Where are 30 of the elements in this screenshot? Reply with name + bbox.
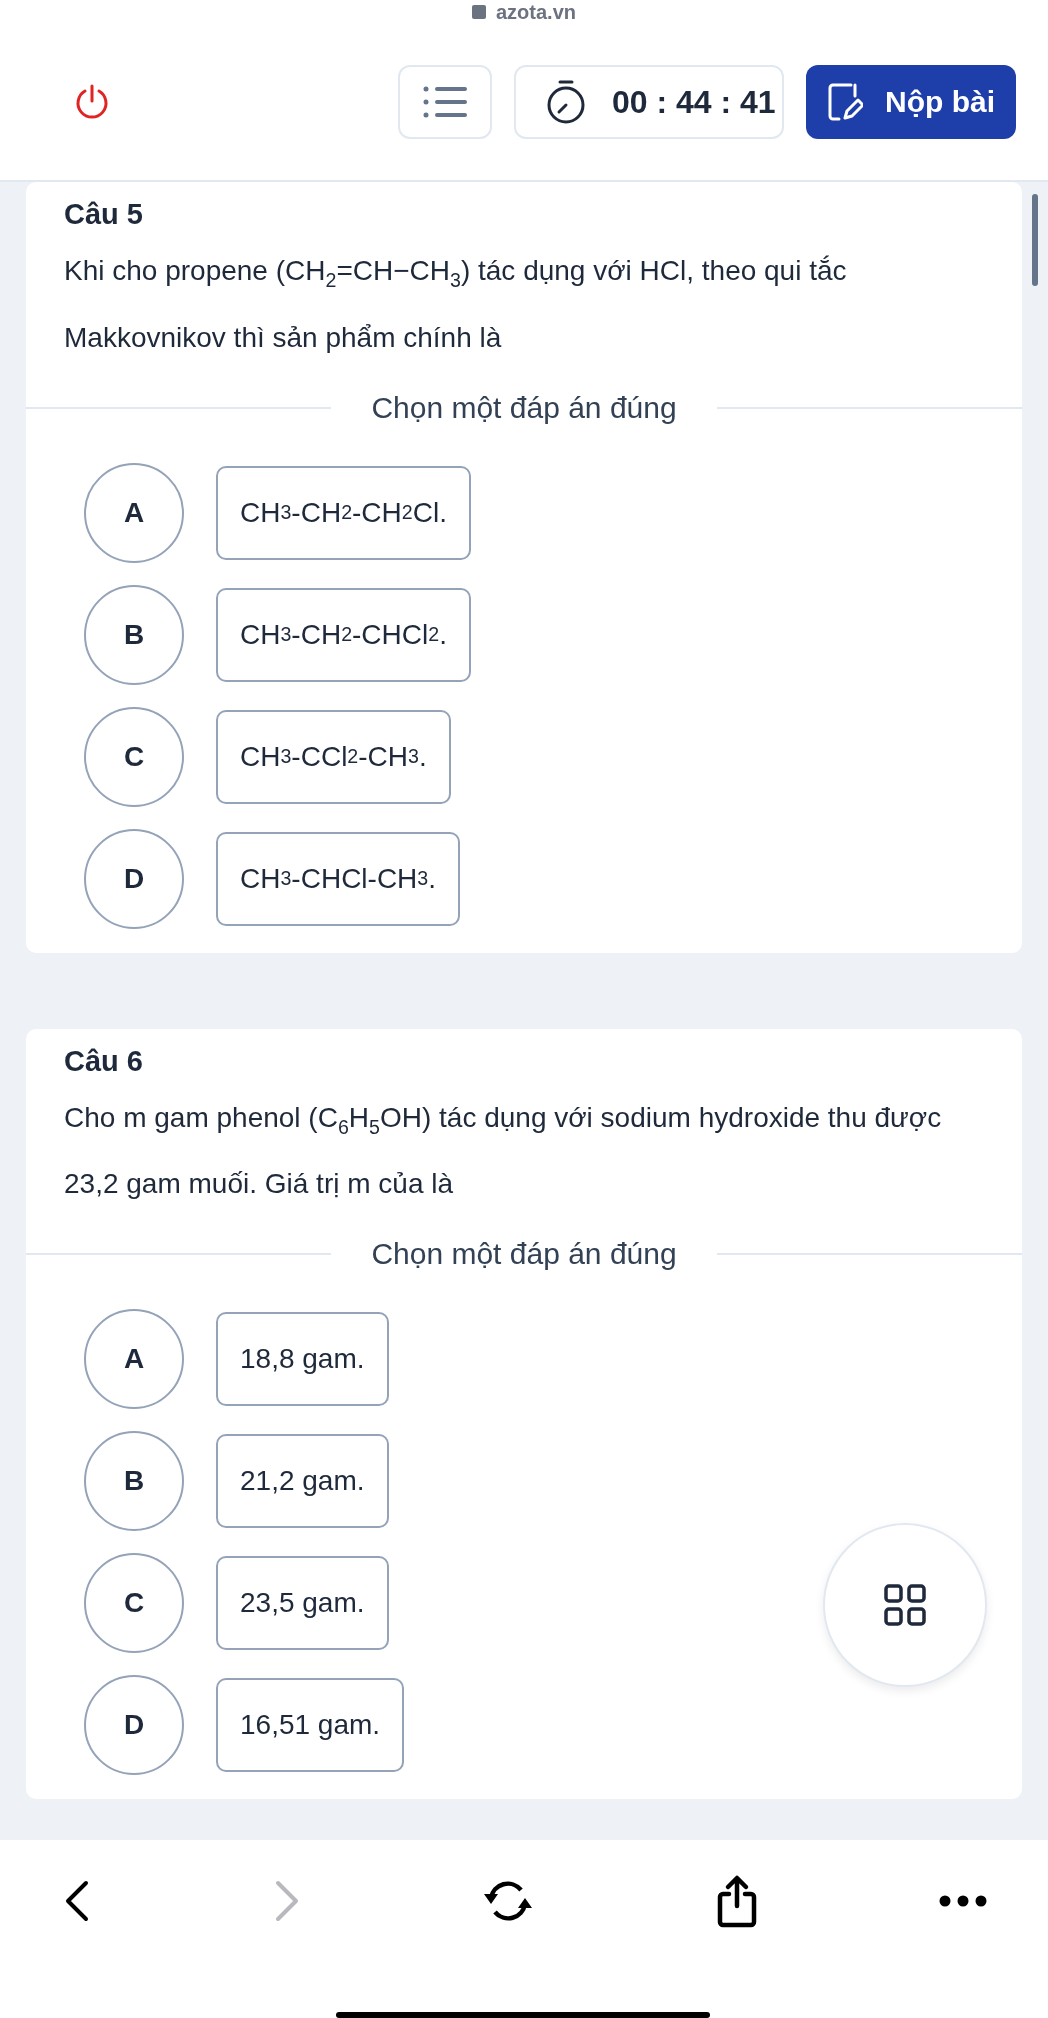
- question-list-button[interactable]: [398, 65, 492, 139]
- question-text: Khi cho propene (CH$_{2}$=CH−CH$_{3}$) tác dụng với HCl, theo qui tắc Makkovnikov thì sản phẩm chính là: [64, 254, 848, 355]
- option-letter-button[interactable]: B: [84, 1431, 184, 1532]
- option-letter-button[interactable]: A: [84, 1309, 184, 1410]
- list-icon: [423, 84, 467, 120]
- lock-icon: [472, 5, 486, 19]
- question-title: Câu 6: [64, 1043, 144, 1079]
- answer-option[interactable]: 18,8 gam.: [216, 1312, 389, 1407]
- option-letter-button[interactable]: C: [84, 706, 184, 807]
- option-letter-button[interactable]: C: [84, 1553, 184, 1654]
- option-letter-button[interactable]: D: [84, 1675, 184, 1776]
- question-title: Câu 5: [64, 197, 144, 232]
- answer-option[interactable]: 16,51 gam.: [216, 1678, 405, 1773]
- stopwatch-icon: [546, 79, 586, 125]
- question-text: Cho m gam phenol (C$_{6}$H$_{5}$OH) tác dụng với sodium hydroxide thu được 23,2 gam muối. Giá trị m của là: [64, 1100, 943, 1202]
- submit-button[interactable]: Nộp bài: [806, 65, 1016, 139]
- answer-option[interactable]: 21,2 gam.: [216, 1434, 389, 1529]
- answer-prompt: Chọn một đáp án đúng: [371, 390, 677, 425]
- option-letter-button[interactable]: A: [84, 462, 184, 563]
- url-text: azota.vn: [496, 0, 576, 24]
- scrollbar[interactable]: [1032, 194, 1038, 286]
- option-letter-button[interactable]: B: [84, 584, 184, 685]
- option-letter-button[interactable]: D: [84, 828, 184, 929]
- edit-document-icon: [827, 82, 863, 122]
- reload-icon[interactable]: [481, 1878, 535, 1924]
- timer-text: 00 : 44 : 41: [612, 83, 776, 121]
- more-icon[interactable]: [938, 1894, 988, 1908]
- grid-icon: [883, 1583, 927, 1627]
- answer-prompt: Chọn một đáp án đúng: [371, 1237, 677, 1272]
- answer-option[interactable]: 23,5 gam.: [216, 1556, 389, 1651]
